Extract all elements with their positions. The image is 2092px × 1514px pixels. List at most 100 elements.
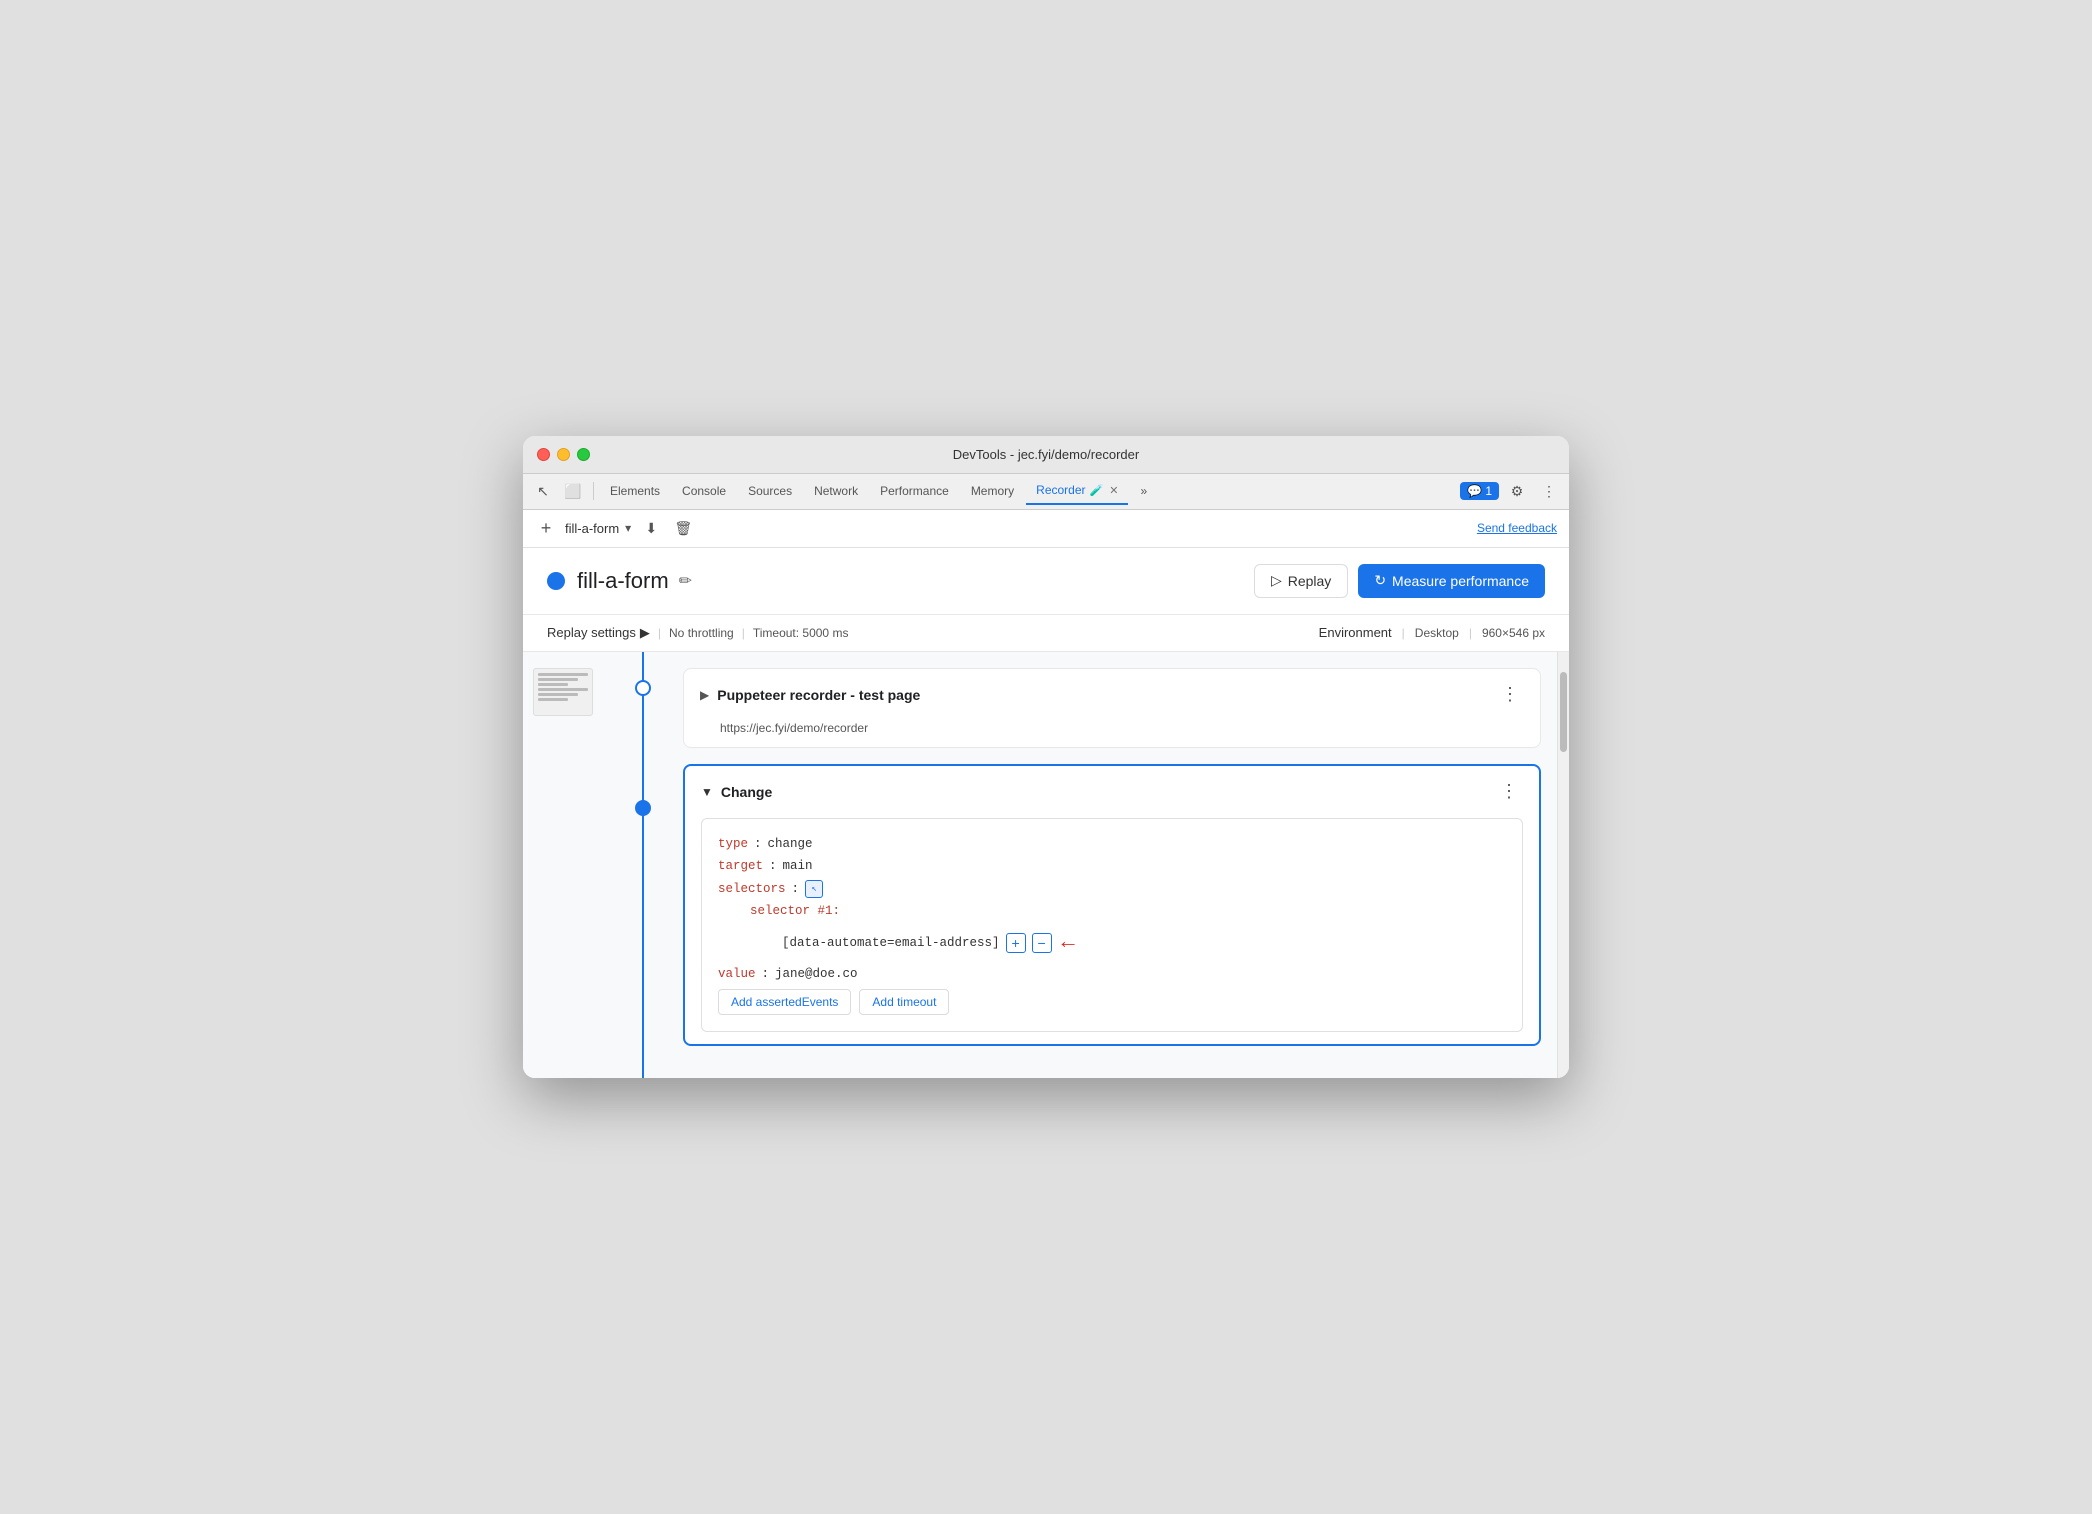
measure-label: Measure performance xyxy=(1392,573,1529,589)
step-2-title: Change xyxy=(721,784,772,800)
environment-label: Environment xyxy=(1319,625,1392,640)
step-1-more-icon[interactable]: ⋮ xyxy=(1496,681,1524,709)
recording-title: fill-a-form xyxy=(577,568,669,594)
code-value-line: value : jane@doe.co xyxy=(718,963,1506,986)
tab-network[interactable]: Network xyxy=(804,477,868,505)
window-title: DevTools - jec.fyi/demo/recorder xyxy=(953,447,1139,462)
code-selector-num: selector #1: xyxy=(750,900,840,923)
devtools-tab-bar: ↖ ⬜ Elements Console Sources Network Per… xyxy=(523,474,1569,510)
tab-console[interactable]: Console xyxy=(672,477,736,505)
arrow-indicator: ← xyxy=(1062,923,1075,963)
add-selector-button[interactable]: + xyxy=(1006,933,1026,953)
close-button[interactable] xyxy=(537,448,550,461)
replay-settings-bar: Replay settings ▶ | No throttling | Time… xyxy=(523,615,1569,652)
code-value-val: jane@doe.co xyxy=(775,963,858,986)
add-timeout-button[interactable]: Add timeout xyxy=(859,989,949,1015)
step-1-url: https://jec.fyi/demo/recorder xyxy=(684,721,1540,747)
code-selectors-key: selectors xyxy=(718,878,786,901)
code-type-key: type xyxy=(718,833,748,856)
code-selector-value: [data-automate=email-address] xyxy=(782,932,1000,955)
settings-left: Replay settings ▶ | No throttling | Time… xyxy=(547,625,848,641)
minimize-button[interactable] xyxy=(557,448,570,461)
chat-badge[interactable]: 💬 1 xyxy=(1460,482,1499,500)
dropdown-icon: ▾ xyxy=(625,521,631,535)
replay-settings-label[interactable]: Replay settings ▶ xyxy=(547,625,650,641)
tab-sources[interactable]: Sources xyxy=(738,477,802,505)
settings-divider-2: | xyxy=(742,626,745,640)
edit-title-icon[interactable]: ✏ xyxy=(679,571,692,591)
code-value-key: value xyxy=(718,963,756,986)
thumbnail-area xyxy=(523,652,603,1078)
code-target-colon: : xyxy=(769,855,777,878)
thumb-line-4 xyxy=(538,688,588,691)
scroll-thumb[interactable] xyxy=(1560,672,1567,752)
timeline-dot-2 xyxy=(635,800,651,816)
thumb-line-2 xyxy=(538,678,578,681)
tab-memory[interactable]: Memory xyxy=(961,477,1024,505)
recorder-toolbar: + fill-a-form ▾ ⬇ 🗑 Send feedback xyxy=(523,510,1569,548)
maximize-button[interactable] xyxy=(577,448,590,461)
selector-picker-icon[interactable]: ↖ xyxy=(805,880,823,898)
code-selectors-colon: : xyxy=(792,878,800,901)
step-1-title: Puppeteer recorder - test page xyxy=(717,687,920,703)
steps-area: ▶ Puppeteer recorder - test page ⋮ https… xyxy=(523,652,1569,1078)
env-divider: | xyxy=(1402,626,1405,640)
measure-icon: ↻ xyxy=(1374,572,1386,589)
step-change-code: type : change target : main selectors xyxy=(701,818,1523,1032)
replay-button[interactable]: ▷ Replay xyxy=(1254,564,1348,598)
code-selectors-line: selectors : ↖ xyxy=(718,878,1506,901)
scrollbar[interactable] xyxy=(1557,652,1569,1078)
add-recording-button[interactable]: + xyxy=(535,517,557,539)
recording-selector[interactable]: fill-a-form ▾ xyxy=(565,521,631,536)
code-selector-value-line: [data-automate=email-address] + − ← xyxy=(718,923,1506,963)
chat-count: 1 xyxy=(1485,484,1492,498)
export-button[interactable]: ⬇ xyxy=(639,516,663,540)
replay-label: Replay xyxy=(1288,573,1332,589)
thumb-line-5 xyxy=(538,693,578,696)
environment-desktop: Desktop xyxy=(1415,626,1459,640)
send-feedback-button[interactable]: Send feedback xyxy=(1477,521,1557,535)
page-thumbnail xyxy=(533,668,593,716)
environment-size: 960×546 px xyxy=(1482,626,1545,640)
step-navigate-header[interactable]: ▶ Puppeteer recorder - test page ⋮ xyxy=(684,669,1540,721)
main-steps-row: ▶ Puppeteer recorder - test page ⋮ https… xyxy=(603,652,1557,1078)
title-bar: DevTools - jec.fyi/demo/recorder xyxy=(523,436,1569,474)
more-icon[interactable]: ⋮ xyxy=(1535,477,1563,505)
step-change-header[interactable]: ▼ Change ⋮ xyxy=(685,766,1539,818)
code-actions: Add assertedEvents Add timeout xyxy=(718,985,1506,1017)
step-change: ▼ Change ⋮ type : change xyxy=(683,764,1541,1046)
recording-name: fill-a-form xyxy=(565,521,619,536)
remove-selector-button[interactable]: − xyxy=(1032,933,1052,953)
thumb-line-1 xyxy=(538,673,588,676)
code-target-line: target : main xyxy=(718,855,1506,878)
tab-recorder[interactable]: Recorder 🧪 ✕ xyxy=(1026,477,1128,505)
delete-button[interactable]: 🗑 xyxy=(671,516,695,540)
thumb-line-6 xyxy=(538,698,568,701)
tab-performance[interactable]: Performance xyxy=(870,477,959,505)
code-selector-num-line: selector #1: xyxy=(718,900,1506,923)
measure-performance-button[interactable]: ↻ Measure performance xyxy=(1358,564,1545,598)
throttle-value: No throttling xyxy=(669,626,734,640)
code-target-val: main xyxy=(783,855,813,878)
steps-content: ▶ Puppeteer recorder - test page ⋮ https… xyxy=(683,652,1557,1078)
header-actions: ▷ Replay ↻ Measure performance xyxy=(1254,564,1545,598)
tab-more[interactable]: » xyxy=(1130,477,1157,505)
add-asserted-events-button[interactable]: Add assertedEvents xyxy=(718,989,851,1015)
step-1-expand-icon: ▶ xyxy=(700,688,709,702)
devtools-window: DevTools - jec.fyi/demo/recorder ↖ ⬜ Ele… xyxy=(523,436,1569,1078)
content-area: fill-a-form ✏ ▷ Replay ↻ Measure perform… xyxy=(523,548,1569,1078)
step-2-more-icon[interactable]: ⋮ xyxy=(1495,778,1523,806)
timeout-value: Timeout: 5000 ms xyxy=(753,626,849,640)
tab-elements[interactable]: Elements xyxy=(600,477,670,505)
code-type-val: change xyxy=(768,833,813,856)
recording-header: fill-a-form ✏ ▷ Replay ↻ Measure perform… xyxy=(523,548,1569,615)
chat-icon: 💬 xyxy=(1467,484,1482,498)
timeline-dot-1 xyxy=(635,680,651,696)
settings-icon[interactable]: ⚙ xyxy=(1503,477,1531,505)
code-value-colon: : xyxy=(762,963,770,986)
traffic-lights xyxy=(537,448,590,461)
cursor-icon[interactable]: ↖ xyxy=(529,477,557,505)
env-divider-2: | xyxy=(1469,626,1472,640)
device-icon[interactable]: ⬜ xyxy=(559,477,587,505)
step-navigate: ▶ Puppeteer recorder - test page ⋮ https… xyxy=(683,668,1541,748)
